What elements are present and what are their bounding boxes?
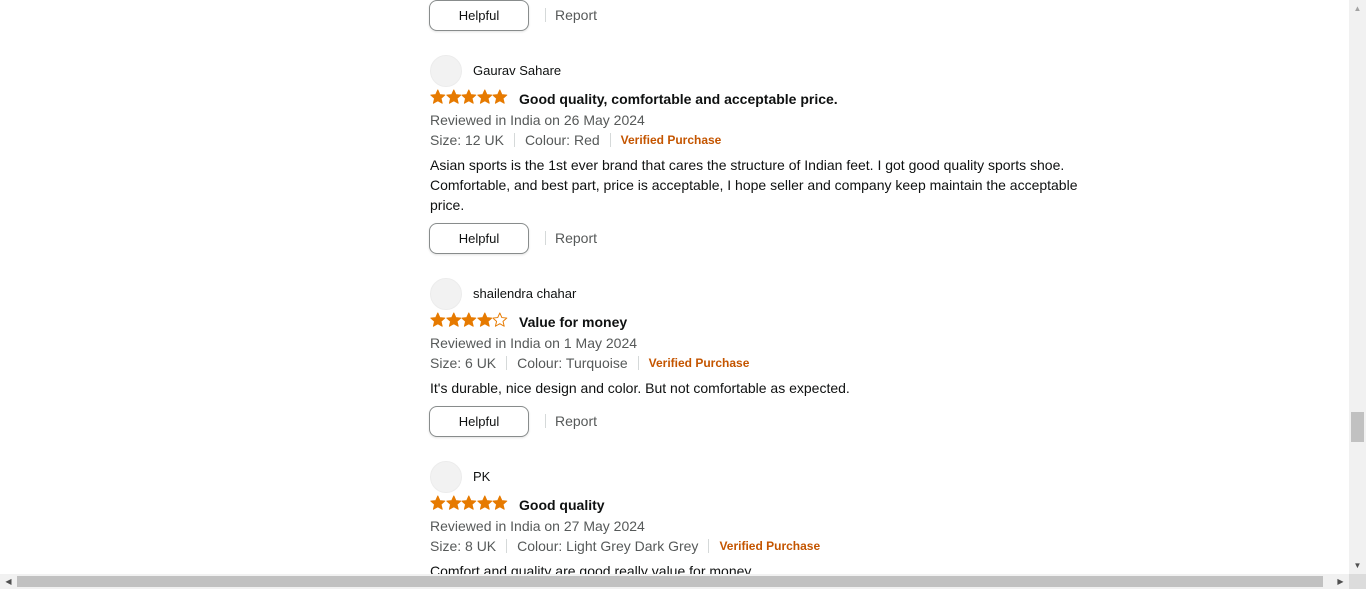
helpful-button[interactable]: Helpful [429, 406, 529, 437]
helpful-button[interactable]: Helpful [429, 223, 529, 254]
avatar[interactable] [430, 461, 462, 493]
action-separator [545, 8, 546, 22]
reviewer-name[interactable]: Gaurav Sahare [473, 63, 561, 79]
review-date: Reviewed in India on 1 May 2024 [430, 335, 638, 351]
scroll-down-arrow-icon[interactable]: ▼ [1349, 557, 1366, 574]
scroll-right-arrow-icon[interactable]: ▶ [1332, 574, 1349, 589]
star-filled-icon [477, 89, 493, 104]
reviewer-name[interactable]: shailendra chahar [473, 286, 576, 302]
meta-separator [506, 356, 508, 370]
size-info[interactable]: Size: 12 UK [430, 131, 504, 149]
star-filled-icon [430, 495, 446, 510]
scroll-up-arrow-icon[interactable]: ▲ [1349, 0, 1366, 17]
size-info[interactable]: Size: 6 UK [430, 354, 496, 372]
scrollbar-corner [1349, 574, 1366, 589]
review-meta: Size: 12 UK Colour: Red Verified Purchas… [430, 131, 721, 149]
review-date: Reviewed in India on 26 May 2024 [430, 112, 645, 128]
horizontal-scrollbar-thumb[interactable] [17, 576, 1323, 587]
star-filled-icon [492, 495, 508, 510]
review-meta: Size: 6 UK Colour: Turquoise Verified Pu… [430, 354, 749, 372]
vertical-scrollbar-thumb[interactable] [1351, 412, 1364, 442]
colour-info[interactable]: Colour: Turquoise [517, 354, 628, 372]
colour-info[interactable]: Colour: Red [525, 131, 600, 149]
verified-purchase-badge[interactable]: Verified Purchase [719, 537, 820, 555]
reviews-viewport: Helpful Report Gaurav Sahare Good qualit… [0, 0, 1349, 574]
report-link[interactable]: Report [555, 7, 597, 23]
scroll-left-arrow-icon[interactable]: ◀ [0, 574, 17, 589]
star-filled-icon [492, 89, 508, 104]
review-title[interactable]: Good quality, comfortable and acceptable… [519, 91, 838, 107]
review-body: Comfort and quality are good really valu… [430, 563, 752, 574]
horizontal-scrollbar[interactable]: ◀ ▶ [0, 574, 1349, 589]
verified-purchase-badge[interactable]: Verified Purchase [649, 354, 750, 372]
review-body: It's durable, nice design and color. But… [430, 380, 850, 396]
meta-separator [513, 133, 515, 147]
meta-separator [609, 133, 611, 147]
star-filled-icon [430, 312, 446, 327]
star-empty-icon [492, 312, 508, 327]
verified-purchase-badge[interactable]: Verified Purchase [621, 131, 722, 149]
star-filled-icon [430, 89, 446, 104]
star-filled-icon [477, 495, 493, 510]
star-filled-icon [461, 312, 477, 327]
report-link[interactable]: Report [555, 230, 597, 246]
star-filled-icon [445, 312, 461, 327]
vertical-scrollbar[interactable]: ▲ ▼ [1349, 0, 1366, 574]
action-separator [545, 414, 546, 428]
review-title[interactable]: Value for money [519, 314, 627, 330]
review-title[interactable]: Good quality [519, 497, 605, 513]
meta-separator [637, 356, 639, 370]
size-info[interactable]: Size: 8 UK [430, 537, 496, 555]
star-filled-icon [477, 312, 493, 327]
star-filled-icon [445, 89, 461, 104]
star-filled-icon [445, 495, 461, 510]
reviewer-name[interactable]: PK [473, 469, 490, 485]
avatar[interactable] [430, 278, 462, 310]
star-filled-icon [461, 89, 477, 104]
star-rating[interactable] [430, 495, 508, 513]
meta-separator [506, 539, 508, 553]
star-filled-icon [461, 495, 477, 510]
meta-separator [708, 539, 710, 553]
star-rating[interactable] [430, 89, 508, 107]
star-rating[interactable] [430, 312, 508, 330]
action-separator [545, 231, 546, 245]
review-date: Reviewed in India on 27 May 2024 [430, 518, 645, 534]
colour-info[interactable]: Colour: Light Grey Dark Grey [517, 537, 698, 555]
helpful-button[interactable]: Helpful [429, 0, 529, 31]
review-body: Asian sports is the 1st ever brand that … [430, 157, 1078, 213]
review-meta: Size: 8 UK Colour: Light Grey Dark Grey … [430, 537, 820, 555]
avatar[interactable] [430, 55, 462, 87]
report-link[interactable]: Report [555, 413, 597, 429]
